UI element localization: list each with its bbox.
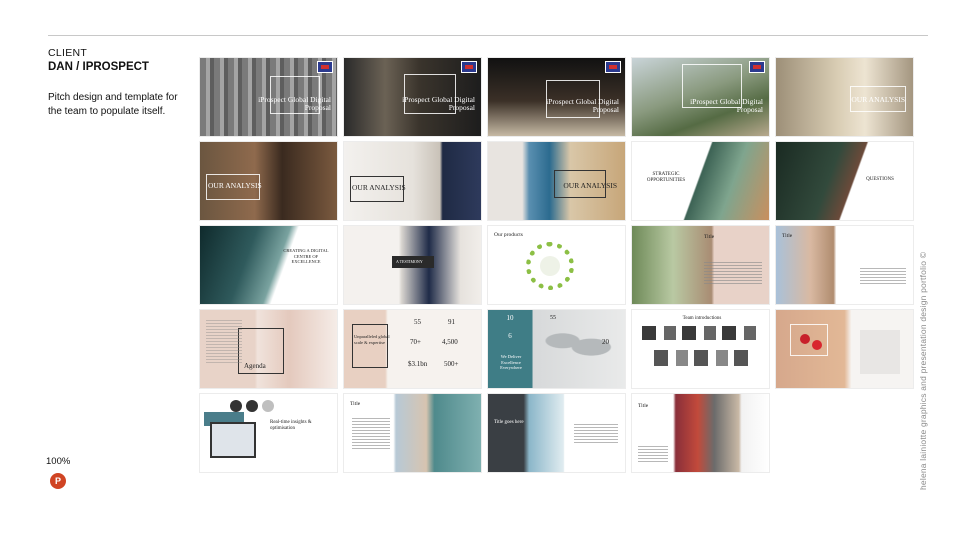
slide-title: Title [704,234,715,240]
slide-thumbnail[interactable]: iProspect Global Digital Proposal [632,58,769,136]
top-divider [48,35,928,36]
stat-value: 500+ [444,360,459,368]
slide-title: Unparalleled global scale & expertise [354,334,390,345]
powerpoint-icon[interactable]: P [50,473,66,489]
slide-title: OUR ANALYSIS [563,181,617,190]
portfolio-credit: helena lainiotte graphics and presentati… [918,251,928,490]
slide-thumbnail[interactable]: Title [344,394,481,472]
project-description: Pitch design and template for the team t… [48,92,178,117]
slide-thumbnail[interactable]: Real-time insights & optimisation [200,394,337,472]
slide-thumbnail[interactable]: A TESTIMONY [344,226,481,304]
slide-thumbnail[interactable]: iProspect Global Digital Proposal [344,58,481,136]
slide-title: Title [782,233,793,239]
slide-thumbnail[interactable]: iProspect Global Digital Proposal [488,58,625,136]
stat-value: 70+ [410,338,421,346]
slide-title: Real-time insights & optimisation [270,420,312,431]
stat-value: 55 [550,315,556,321]
slide-thumbnail[interactable]: Title [776,226,913,304]
slide-thumbnail[interactable]: OUR ANALYSIS [776,58,913,136]
slide-title: iProspect Global Digital Proposal [402,95,475,112]
slide-thumbnail[interactable]: OUR ANALYSIS [344,142,481,220]
slide-title: QUESTIONS [866,177,894,182]
stat-value: 6 [508,332,512,340]
slide-title: Title [350,401,361,407]
zoom-level[interactable]: 100% [46,456,70,467]
stat-value: 20 [602,338,609,346]
slide-thumbnail-grid: iProspect Global Digital Proposal iProsp… [200,58,914,472]
slide-thumbnail[interactable]: Agenda [200,310,337,388]
slide-title: iProspect Global Digital Proposal [546,97,619,114]
slide-thumbnail[interactable]: OUR ANALYSIS [200,142,337,220]
slide-thumbnail[interactable] [776,310,913,388]
slide-title: OUR ANALYSIS [851,95,905,104]
client-name: DAN / IPROSPECT [48,61,149,73]
slide-thumbnail[interactable]: Title goes here [488,394,625,472]
slide-title: We Deliver Excellence Everywhere [500,354,522,370]
client-label: CLIENT [48,47,88,59]
slide-title: Team introductions [682,316,722,321]
slide-title: Title [638,403,649,409]
stat-value: 91 [448,318,455,326]
slide-title: CREATING A DIGITAL CENTRE OF EXCELLENCE [283,248,329,264]
stat-value: 55 [414,318,421,326]
slide-thumbnail[interactable]: OUR ANALYSIS [488,142,625,220]
slide-thumbnail[interactable]: STRATEGIC OPPORTUNITIES [632,142,769,220]
slide-thumbnail[interactable]: Our products [488,226,625,304]
stat-value: 4,500 [442,338,458,346]
slide-thumbnail[interactable]: 10 55 6 20 We Deliver Excellence Everywh… [488,310,625,388]
slide-title: Title goes here [494,420,524,425]
slide-thumbnail[interactable]: Unparalleled global scale & expertise 55… [344,310,481,388]
slide-thumbnail[interactable]: Team introductions [632,310,769,388]
slide-title: OUR ANALYSIS [352,183,406,192]
slide-title: A TESTIMONY [396,259,423,264]
slide-title: Agenda [244,362,266,370]
stat-value: 10 [506,314,514,322]
slide-thumbnail[interactable]: Title [632,394,769,472]
slide-title: STRATEGIC OPPORTUNITIES [646,172,686,183]
slide-thumbnail[interactable]: Title [632,226,769,304]
slide-thumbnail[interactable]: iProspect Global Digital Proposal [200,58,337,136]
slide-title: OUR ANALYSIS [208,181,262,190]
slide-title: iProspect Global Digital Proposal [258,95,331,112]
stat-value: $3.1bn [408,360,428,368]
slide-thumbnail[interactable]: CREATING A DIGITAL CENTRE OF EXCELLENCE [200,226,337,304]
slide-title: iProspect Global Digital Proposal [690,97,763,114]
slide-title: Our products [494,232,523,238]
slide-thumbnail[interactable]: QUESTIONS [776,142,913,220]
